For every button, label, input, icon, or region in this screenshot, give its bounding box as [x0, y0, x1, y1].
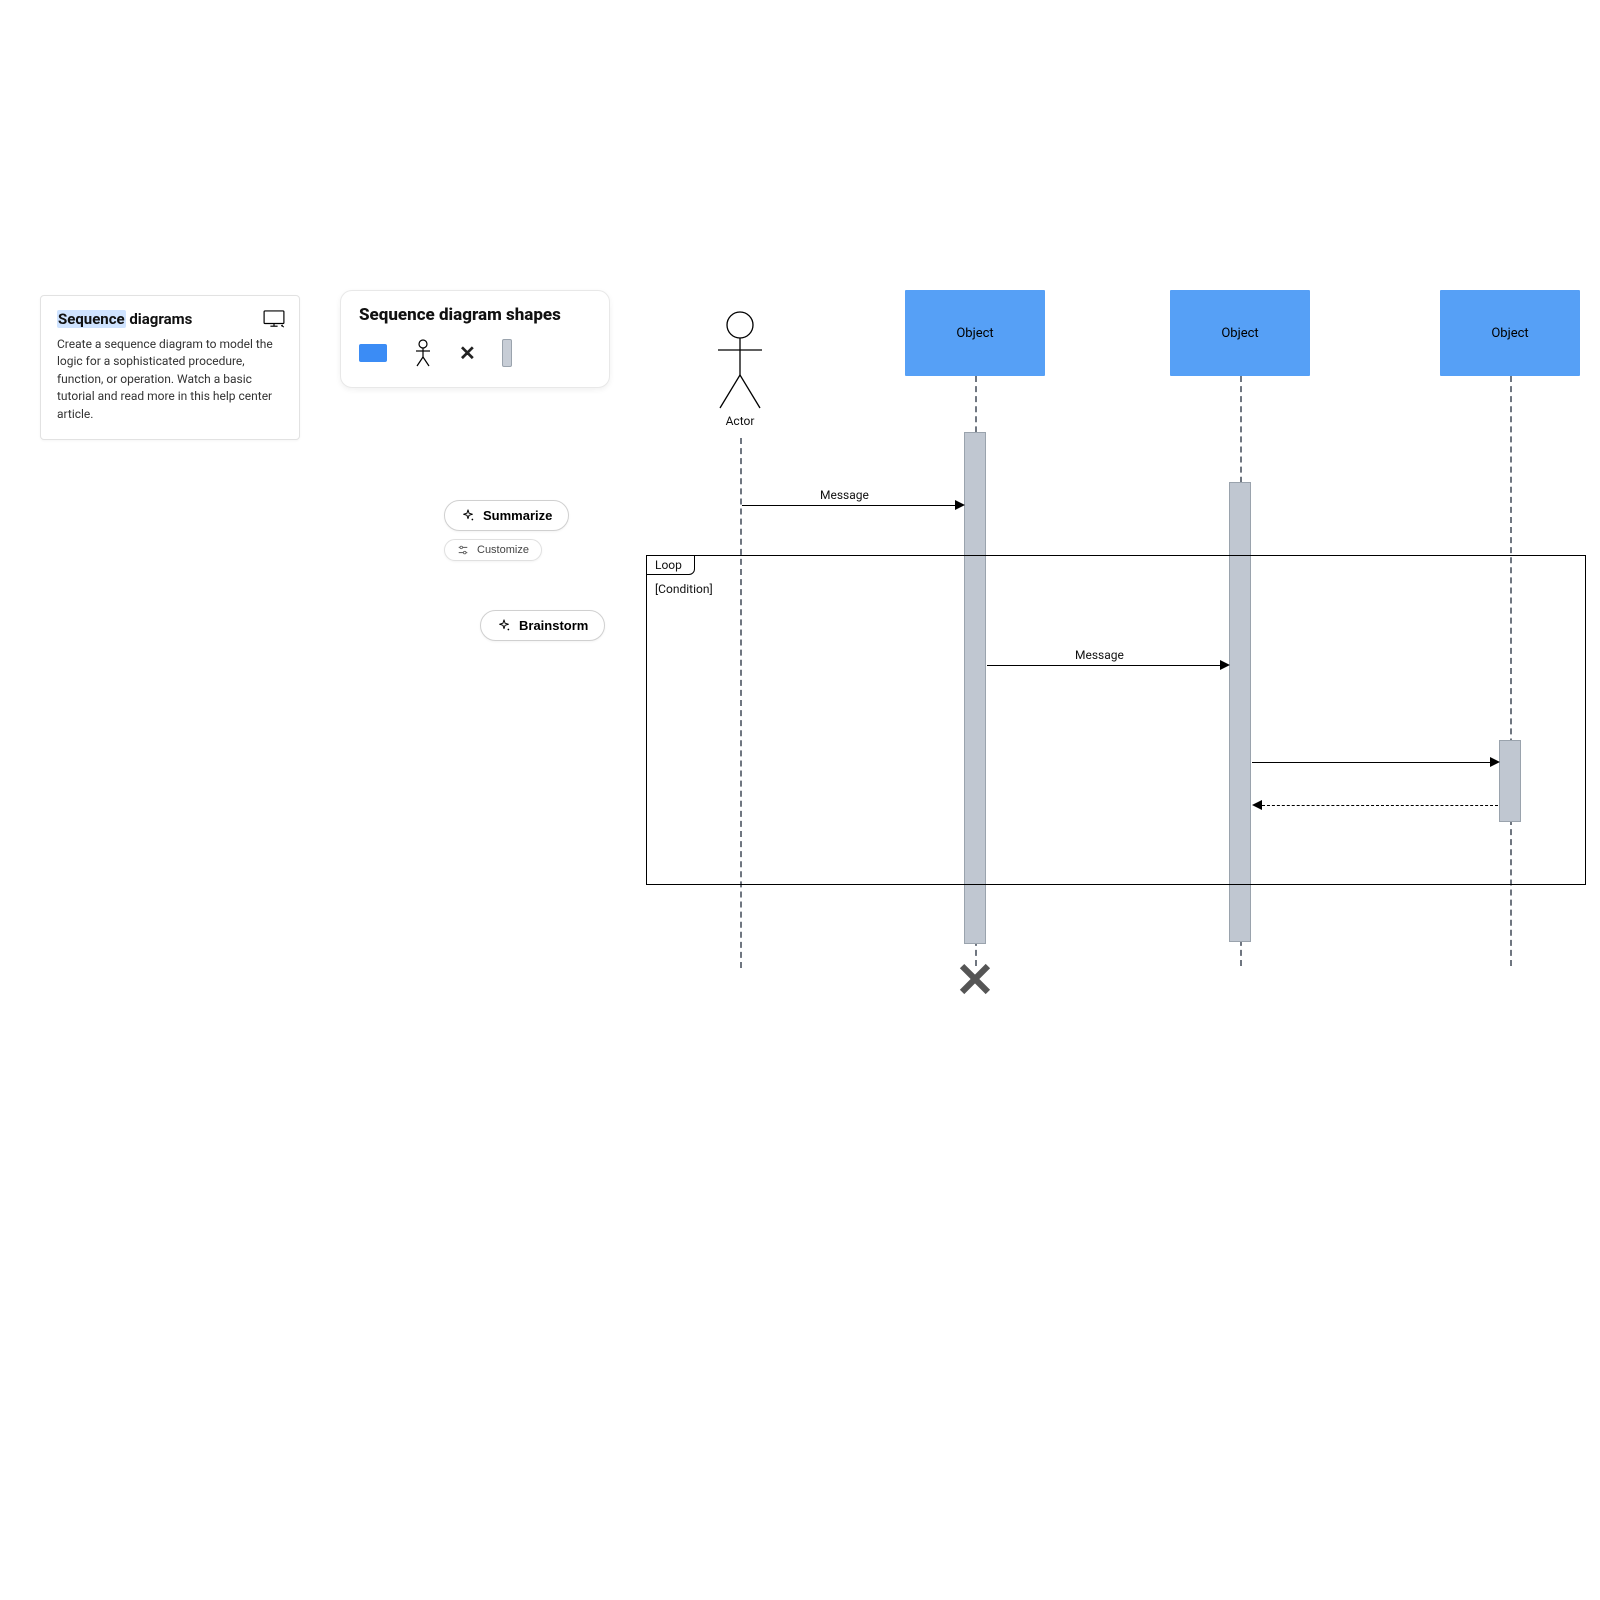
- actor[interactable]: Actor: [710, 310, 770, 428]
- sparkle-icon: [461, 509, 475, 523]
- arrow-head-2: [1220, 660, 1230, 670]
- arrow-head-3: [1490, 757, 1500, 767]
- message-label-2: Message: [1075, 648, 1124, 662]
- object-box-3[interactable]: Object: [1440, 290, 1580, 376]
- shapes-palette-title: Sequence diagram shapes: [359, 305, 591, 325]
- loop-operator-label: Loop: [646, 555, 695, 575]
- arrow-head-return: [1252, 800, 1262, 810]
- info-card-title-highlight: Sequence: [57, 310, 126, 328]
- message-arrow-1[interactable]: [742, 505, 960, 506]
- summarize-label: Summarize: [483, 508, 552, 523]
- info-card-body: Create a sequence diagram to model the l…: [57, 336, 283, 423]
- object-box-1[interactable]: Object: [905, 290, 1045, 376]
- info-card: Sequence diagrams Create a sequence diag…: [40, 295, 300, 440]
- loop-frame[interactable]: Loop [Condition]: [646, 555, 1586, 885]
- message-label-1: Message: [820, 488, 869, 502]
- palette-actor-shape[interactable]: [413, 339, 433, 367]
- palette-destroy-shape[interactable]: ✕: [459, 341, 476, 365]
- customize-button[interactable]: Customize: [444, 539, 542, 561]
- return-arrow[interactable]: [1262, 805, 1498, 806]
- palette-object-shape[interactable]: [359, 344, 387, 362]
- screen-icon: [263, 310, 285, 328]
- message-arrow-2[interactable]: [987, 665, 1225, 666]
- action-stack: Summarize Customize: [444, 500, 569, 561]
- palette-activation-shape[interactable]: [502, 339, 512, 367]
- summarize-button[interactable]: Summarize: [444, 500, 569, 531]
- customize-label: Customize: [477, 544, 529, 556]
- brainstorm-button[interactable]: Brainstorm: [480, 610, 605, 641]
- shapes-palette: Sequence diagram shapes ✕: [340, 290, 610, 388]
- info-card-title: Sequence diagrams: [57, 310, 283, 328]
- message-arrow-3[interactable]: [1252, 762, 1495, 763]
- sliders-icon: [457, 544, 469, 556]
- loop-condition: [Condition]: [655, 582, 713, 596]
- object-box-2[interactable]: Object: [1170, 290, 1310, 376]
- sparkle-icon: [497, 619, 511, 633]
- sequence-diagram: Actor Object Object Object Message Loop …: [0, 0, 1600, 1000]
- actor-label: Actor: [710, 414, 770, 428]
- brainstorm-label: Brainstorm: [519, 618, 588, 633]
- arrow-head-1: [955, 500, 965, 510]
- destroy-icon[interactable]: ✕: [955, 952, 995, 1009]
